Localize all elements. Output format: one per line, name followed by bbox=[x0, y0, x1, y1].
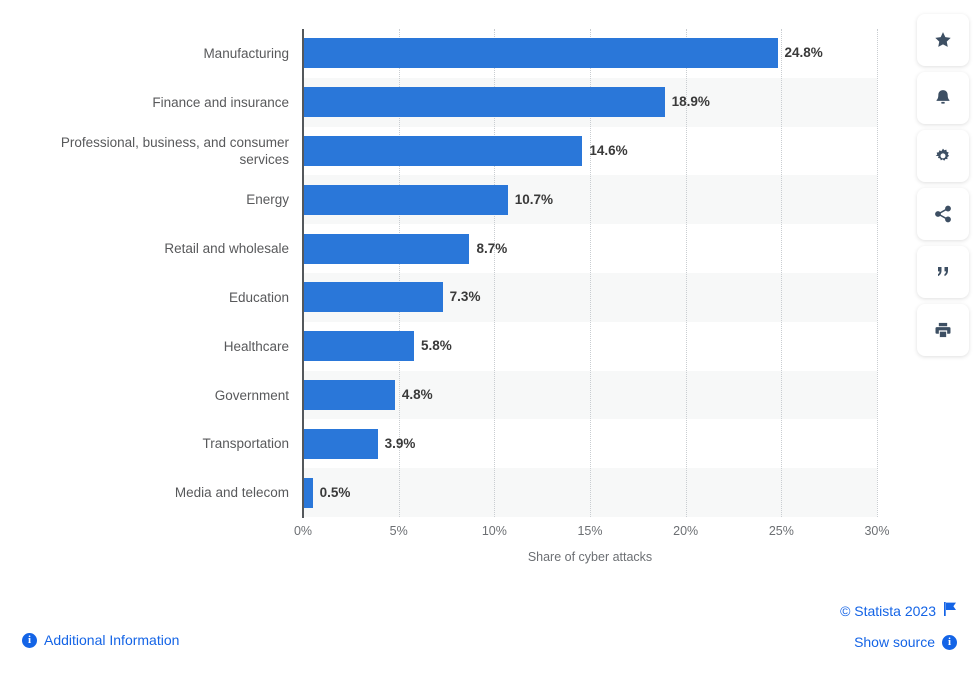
x-axis-title: Share of cyber attacks bbox=[527, 550, 653, 564]
bar[interactable] bbox=[303, 87, 665, 118]
bar-value-label: 0.5% bbox=[319, 484, 351, 500]
category-label: Transportation bbox=[202, 436, 289, 452]
bar[interactable] bbox=[303, 38, 778, 69]
bar-value-label: 10.7% bbox=[514, 191, 553, 207]
bar[interactable] bbox=[303, 136, 583, 166]
bar[interactable] bbox=[303, 282, 443, 313]
bar-value-label: 5.8% bbox=[420, 338, 452, 354]
show-source-link[interactable]: Show source i bbox=[854, 634, 957, 650]
bar[interactable] bbox=[303, 428, 378, 459]
print-button[interactable] bbox=[917, 304, 969, 356]
x-tick-label: 30% bbox=[864, 524, 890, 538]
bar[interactable] bbox=[303, 184, 508, 215]
flag-icon[interactable] bbox=[944, 602, 957, 619]
category-label: Media and telecom bbox=[174, 485, 289, 501]
bar-value-label: 7.3% bbox=[449, 289, 481, 305]
notification-button[interactable] bbox=[917, 72, 969, 124]
x-tick-label: 25% bbox=[768, 524, 794, 538]
print-icon bbox=[933, 320, 953, 340]
bar[interactable] bbox=[303, 477, 313, 508]
category-label: Healthcare bbox=[223, 338, 289, 354]
x-tick-label: 5% bbox=[389, 524, 408, 538]
side-toolbar bbox=[917, 14, 969, 356]
info-icon: i bbox=[942, 634, 957, 650]
x-tick-label: 20% bbox=[673, 524, 699, 538]
bar-value-label: 8.7% bbox=[476, 240, 508, 256]
category-label: Professional, business, and consumer ser… bbox=[60, 135, 289, 167]
gridline bbox=[781, 29, 783, 517]
star-icon bbox=[933, 30, 953, 50]
x-tick-label: 15% bbox=[577, 524, 603, 538]
bar-chart: Manufacturing Finance and insurance Profes… bbox=[0, 0, 979, 678]
bar[interactable] bbox=[303, 380, 395, 410]
category-label: Government bbox=[214, 387, 289, 403]
bar-value-label: 18.9% bbox=[671, 94, 710, 110]
category-label: Manufacturing bbox=[203, 45, 289, 61]
category-label: Energy bbox=[246, 192, 289, 208]
bar-value-label: 3.9% bbox=[384, 435, 416, 451]
x-tick-label: 10% bbox=[481, 524, 507, 538]
citation-button[interactable] bbox=[917, 246, 969, 298]
info-icon: i bbox=[22, 632, 37, 648]
bell-icon bbox=[933, 88, 953, 108]
bar[interactable] bbox=[303, 233, 470, 264]
share-button[interactable] bbox=[917, 188, 969, 240]
bar[interactable] bbox=[303, 331, 414, 362]
category-label: Education bbox=[228, 289, 289, 305]
bar-value-label: 14.6% bbox=[589, 143, 628, 158]
favorite-button[interactable] bbox=[917, 14, 969, 66]
copyright: © Statista 2023 bbox=[840, 602, 957, 619]
bar-value-label: 4.8% bbox=[401, 387, 433, 402]
copyright-text: © Statista 2023 bbox=[840, 602, 936, 619]
quote-icon bbox=[933, 262, 953, 282]
category-label: Finance and insurance bbox=[152, 94, 289, 110]
gridline bbox=[877, 29, 878, 517]
show-source-label: Show source bbox=[854, 634, 935, 650]
bar-value-label: 24.8% bbox=[784, 45, 823, 61]
y-axis-line bbox=[302, 29, 304, 518]
additional-information-link[interactable]: i Additional Information bbox=[22, 632, 179, 648]
share-icon bbox=[933, 204, 953, 224]
gear-icon bbox=[933, 146, 953, 166]
settings-button[interactable] bbox=[917, 130, 969, 182]
category-label: Retail and wholesale bbox=[164, 241, 289, 257]
additional-information-label: Additional Information bbox=[44, 632, 180, 648]
x-tick-label: 0% bbox=[293, 524, 313, 538]
